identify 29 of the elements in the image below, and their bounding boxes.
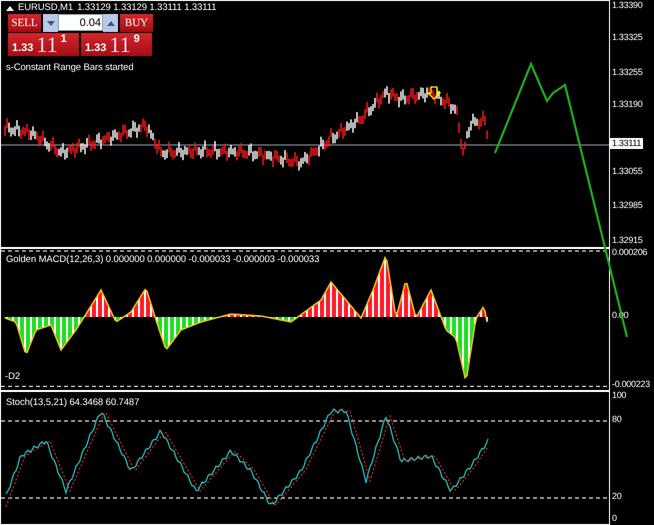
status-message: s-Constant Range Bars started: [5, 61, 134, 74]
buy-button[interactable]: BUY: [120, 14, 153, 32]
axis-label: 1.32915: [612, 235, 642, 246]
axis-label: 1.33255: [612, 66, 642, 78]
decrease-button[interactable]: [43, 14, 58, 32]
quote-values: 1.33129 1.33129 1.33111 1.33111: [77, 2, 216, 14]
down-arrow-icon: [426, 86, 442, 100]
current-price-label: 1.33111: [610, 138, 644, 149]
caret-up-icon: [106, 20, 114, 26]
axis-label: 1.33390: [612, 0, 642, 11]
symbol-label: EURUSD,M1: [18, 2, 74, 14]
axis-label: 80: [612, 414, 622, 425]
axis-label: 1.33325: [612, 32, 642, 43]
axis-label: 0.000206: [612, 247, 648, 258]
axis-label: -0.000223: [612, 379, 650, 390]
sell-button[interactable]: SELL: [8, 14, 41, 32]
axis-label: 1.33055: [612, 166, 642, 177]
level-label: -D2: [5, 371, 20, 382]
axis-label: 0: [612, 513, 617, 524]
caret-down-icon: [46, 20, 54, 26]
increase-button[interactable]: [103, 14, 118, 32]
indicator-title: Golden MACD(12,26,3) 0.000000 0.000000 -0.000033 -0.000003 -0.000033: [5, 253, 320, 266]
axis-label: 100: [612, 390, 626, 401]
indicator-title: Stoch(13,5,21) 64.3468 60.7487: [5, 396, 140, 408]
axis-label: 1.33190: [612, 98, 642, 110]
axis-label: 20: [612, 491, 622, 502]
lot-field[interactable]: 0.04: [58, 14, 103, 32]
triangle-up-icon: [6, 4, 14, 11]
axis-label: 1.32985: [612, 200, 642, 212]
